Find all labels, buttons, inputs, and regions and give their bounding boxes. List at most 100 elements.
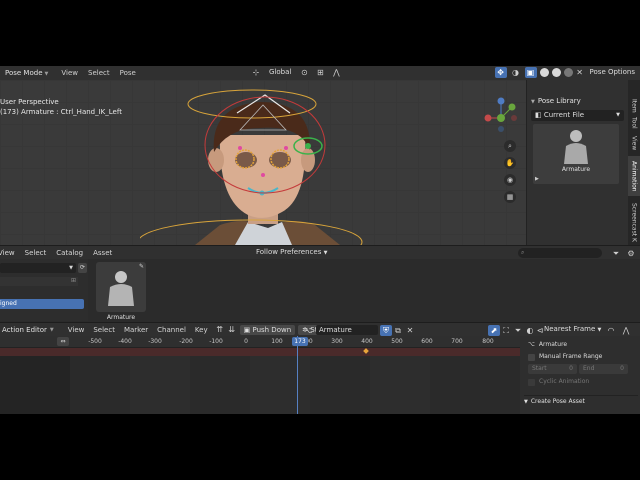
pan-hand-icon[interactable]: ✋ [504, 157, 516, 169]
ae-menu-channel[interactable]: Channel [157, 326, 186, 334]
duplicate-icon[interactable]: ⧉ [392, 325, 404, 336]
pose-library-title: Pose Library [537, 97, 581, 105]
tab-screencast-keys[interactable]: Screencast K [628, 200, 640, 245]
catalog-unassigned[interactable]: igned [0, 299, 84, 309]
frame-range-fields: Start 0 End 0 [528, 364, 628, 374]
chevron-down-icon: ▼ [616, 112, 620, 118]
ruler-tick: -200 [179, 338, 193, 345]
asset-grid: ✎ Armature [88, 259, 640, 321]
import-filter-dropdown[interactable]: Follow Preferences ▼ [256, 248, 327, 256]
tab-animation[interactable]: Animation [628, 156, 640, 196]
pivot-icon[interactable]: ⊙ [298, 67, 310, 78]
only-selected-icon[interactable]: ⬈ [488, 325, 500, 336]
control-eye-target-center [305, 143, 311, 149]
library-selector[interactable]: ◧ Current File ▼ [531, 110, 624, 121]
material-shading-icon[interactable] [551, 68, 561, 77]
asset-search-input[interactable]: ⌕ [518, 248, 602, 258]
fake-user-icon[interactable]: ⛨ [380, 325, 392, 336]
viewport-header: Pose Mode ▼ View Select Pose ⊹ Global ⊙ ⊞… [0, 66, 640, 80]
end-frame-field[interactable]: End 0 [579, 364, 628, 374]
mode-selector[interactable]: Pose Mode ▼ [2, 67, 51, 79]
refresh-icon[interactable]: ⟳ [78, 263, 87, 273]
character-ear-left [208, 148, 224, 172]
action-name-field[interactable]: Armature [316, 325, 378, 335]
edit-icon[interactable]: ✎ [139, 263, 144, 270]
filter-icon[interactable]: ⏷ [512, 325, 524, 336]
xray-icon[interactable]: ▣ [524, 67, 537, 78]
checkbox[interactable] [528, 378, 535, 386]
snap-icon[interactable]: ⊞ [314, 67, 326, 78]
pose-library-header[interactable]: ▼ Pose Library [531, 96, 628, 106]
ghost-icon[interactable]: ⛶ [500, 325, 512, 336]
editor-mode-dropdown[interactable]: Action Editor [2, 326, 47, 334]
menu-view[interactable]: View [61, 69, 78, 77]
ruler-tick: 600 [421, 338, 433, 345]
manual-frame-range-toggle[interactable]: Manual Frame Range [528, 352, 602, 362]
gizmo-toggle-icon[interactable]: ✥ [494, 67, 507, 78]
grid-view-icon[interactable]: ▦ [504, 191, 516, 203]
gizmo-y-axis [508, 103, 516, 111]
catalog-row[interactable]: ⊞ [0, 277, 78, 286]
push-down-button[interactable]: ▣ Push Down [239, 324, 296, 335]
asset-tile-armature[interactable]: ✎ [96, 262, 146, 312]
overlay-icon[interactable]: ◑ [510, 67, 522, 78]
up-arrows-icon[interactable]: ⇈ [214, 324, 226, 335]
tab-item[interactable]: Item [628, 98, 640, 114]
close-icon[interactable]: ✕ [576, 67, 584, 78]
filter-icon[interactable]: ⏷ [610, 248, 622, 259]
ab-menu-asset[interactable]: Asset [93, 249, 112, 257]
start-frame-field[interactable]: Start 0 [528, 364, 577, 374]
pose-asset-label: Armature [561, 166, 591, 173]
navigation-gizmo[interactable] [484, 96, 518, 132]
frame-ruler[interactable]: ⇔ -500 -400 -300 -200 -100 0 100 200 300… [0, 336, 520, 348]
action-icon[interactable]: ⌥ [302, 325, 314, 336]
pose-options-button[interactable]: Pose Options [587, 67, 638, 78]
control-nose [261, 173, 265, 177]
menu-select[interactable]: Select [88, 69, 110, 77]
proportional-icon[interactable]: ◠ [605, 325, 617, 336]
create-pose-asset-section[interactable]: ▼ Create Pose Asset [524, 395, 638, 407]
unlink-icon[interactable]: ✕ [404, 325, 416, 336]
camera-icon[interactable]: ◉ [504, 174, 516, 186]
transform-orientation-dropdown[interactable]: Global [266, 67, 294, 78]
ruler-tick: -100 [209, 338, 223, 345]
ab-menu-view[interactable]: View [0, 249, 15, 257]
ae-menu-marker[interactable]: Marker [124, 326, 148, 334]
solid-shading-icon[interactable] [539, 68, 549, 77]
playhead-line[interactable] [297, 336, 298, 414]
summary-row[interactable] [0, 348, 520, 356]
rendered-shading-icon[interactable] [563, 68, 573, 77]
cyclic-animation-toggle[interactable]: Cyclic Animation [528, 377, 589, 387]
create-pose-asset-label: Create Pose Asset [530, 398, 585, 405]
curve-icon[interactable]: ⋀ [620, 325, 632, 336]
tab-view[interactable]: View [628, 134, 640, 152]
current-frame-indicator[interactable]: 173 [292, 337, 308, 346]
action-timeline[interactable]: ⇔ -500 -400 -300 -200 -100 0 100 200 300… [0, 336, 520, 414]
proportional-icon[interactable]: ⋀ [330, 67, 342, 78]
3d-viewport[interactable]: User Perspective (173) Armature : Ctrl_H… [0, 80, 526, 245]
ab-menu-catalog[interactable]: Catalog [56, 249, 83, 257]
timeline-band-1 [130, 356, 190, 414]
menu-pose[interactable]: Pose [120, 69, 136, 77]
character-scene[interactable] [140, 80, 380, 245]
snap-mode-dropdown[interactable]: Nearest Frame ▼ [544, 325, 601, 333]
gear-icon[interactable]: ⚙ [625, 248, 637, 259]
expand-arrow-icon[interactable]: ▶ [535, 176, 539, 182]
asset-library-select[interactable]: ▼ [0, 263, 76, 273]
character-ear-right [301, 148, 315, 172]
ruler-tick: 0 [244, 338, 248, 345]
down-arrows-icon[interactable]: ⇊ [226, 324, 238, 335]
control-brow-right [284, 146, 288, 150]
tab-tool[interactable]: Tool [628, 116, 640, 130]
ae-menu-view[interactable]: View [68, 326, 85, 334]
zoom-icon[interactable]: ⌕ [504, 140, 516, 152]
view-name: User Perspective [0, 98, 59, 106]
ae-menu-select[interactable]: Select [93, 326, 115, 334]
ae-menu-key[interactable]: Key [195, 326, 208, 334]
checkbox[interactable] [528, 353, 535, 361]
ab-menu-select[interactable]: Select [25, 249, 47, 257]
sidebar-tabs: Item Tool View Animation Screencast K [628, 80, 640, 245]
pose-asset-thumbnail[interactable]: Armature ▶ [533, 124, 619, 184]
gizmo-neg-x [511, 115, 517, 121]
end-value: 0 [620, 365, 624, 372]
